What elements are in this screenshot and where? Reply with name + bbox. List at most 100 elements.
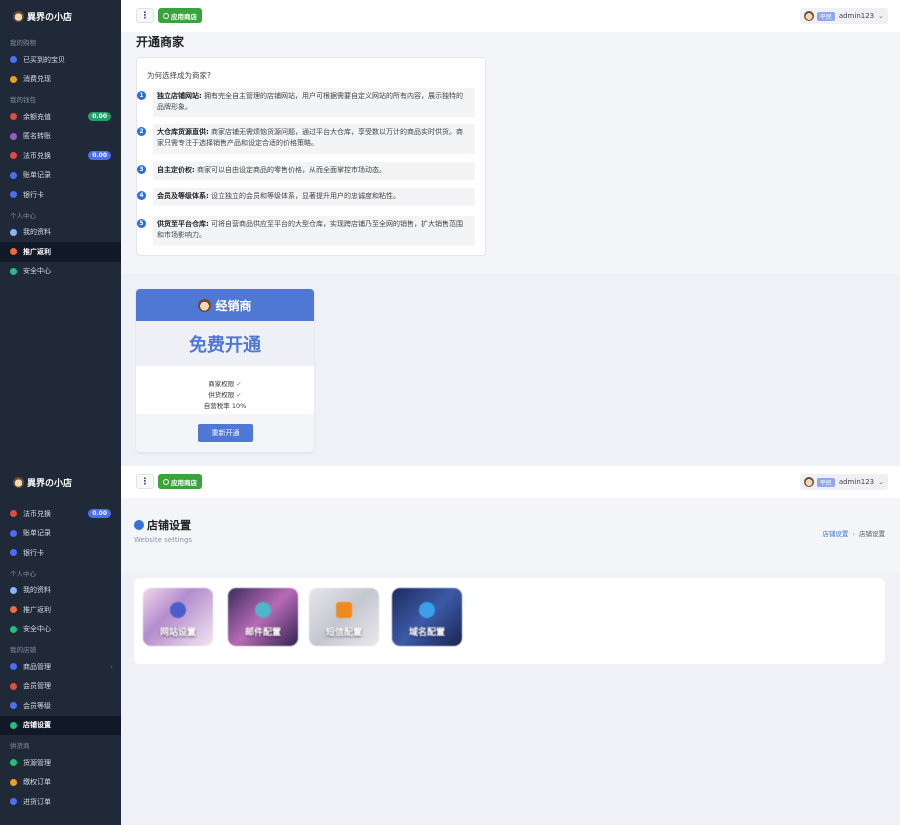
sidebar-item[interactable]: 推广返利 (0, 600, 121, 620)
bill-icon (10, 529, 17, 537)
sidebar-item[interactable]: 货源管理 (0, 753, 121, 773)
username: admin123 (838, 478, 875, 486)
menu-toggle-button[interactable]: ⋮ (136, 474, 154, 489)
tile-mail-config[interactable]: 邮件配置 (228, 588, 298, 646)
balance-badge: 0.00 (88, 112, 111, 122)
circle-outline-icon (10, 56, 17, 64)
tile-website-settings[interactable]: 网站设置 (143, 588, 213, 646)
reactivate-button[interactable]: 重新开通 (198, 424, 253, 442)
chevron-left-icon: ‹ (110, 662, 113, 671)
page-title: 店铺设置 (134, 517, 191, 533)
sidebar-item-label: 我的资料 (23, 586, 51, 595)
card-icon (10, 191, 17, 199)
sidebar: 異界の小店 法币兑换 0.00 账单记录 银行卡 个人中心 我的资料 推广返利 安全中心 我的店… (0, 466, 121, 825)
dealer-avatar-icon (198, 298, 212, 312)
check-icon: ✓ (236, 380, 242, 388)
sidebar-item[interactable]: 账单记录 (0, 524, 121, 544)
reason-title: 会员及等级体系: (157, 192, 209, 200)
sidebar-item[interactable]: 余额充值 0.00 (0, 107, 121, 127)
sidebar-item-label: 银行卡 (23, 190, 44, 199)
breadcrumb: 店铺设置 › 店铺设置 (822, 528, 885, 538)
exchange-icon (10, 152, 17, 160)
app-store-button[interactable]: 应用商店 (158, 8, 202, 23)
reason-title: 大仓库货源直供: (157, 128, 209, 136)
members-icon (10, 682, 17, 690)
sidebar-item[interactable]: 会员等级 (0, 696, 121, 716)
sidebar-section-title: 个人中心 (10, 211, 36, 220)
brand-logo[interactable]: 異界の小店 (0, 0, 121, 32)
sidebar-item-label: 店铺设置 (23, 721, 51, 730)
sidebar-item-label: 安全中心 (23, 267, 51, 276)
brand-name: 異界の小店 (27, 478, 73, 489)
dealer-plan-card: 经销商 免费开通 商家权限 ✓ 供货权限 ✓ 自营税率 10% 重新开通 (136, 289, 314, 452)
dealer-name: 经销商 (215, 298, 252, 313)
user-menu[interactable]: 平民 admin123 ⌄ (799, 474, 888, 490)
user-role-badge: 平民 (816, 11, 835, 21)
settings-icon (10, 721, 17, 729)
sidebar-item[interactable]: 已买到的宝贝 (0, 50, 121, 70)
reason-title: 供货至平台仓库: (157, 220, 209, 228)
domain-icon (419, 602, 435, 618)
sidebar-item[interactable]: 法币兑换 0.00 (0, 504, 121, 524)
sidebar-item[interactable]: 账单记录 (0, 166, 121, 186)
sidebar-item[interactable]: 法币兑换 0.00 (0, 146, 121, 166)
sidebar-item[interactable]: 缴权订单 (0, 773, 121, 793)
app-store-button[interactable]: 应用商店 (158, 474, 202, 489)
tile-domain-config[interactable]: 域名配置 (392, 588, 462, 646)
sidebar-item[interactable]: 银行卡 (0, 543, 121, 563)
app-store-icon (163, 12, 169, 19)
reason-title: 独立店铺网站: (157, 92, 202, 100)
feature-tax: 自营税率 10% (203, 402, 247, 410)
feature-merchant: 商家权限 ✓ (208, 380, 242, 388)
check-icon: ✓ (236, 391, 242, 399)
sidebar-item[interactable]: 匿名转账 (0, 127, 121, 147)
purchase-icon (10, 798, 17, 806)
store-settings-icon (134, 520, 144, 530)
reason-text: 设立独立的会员和等级体系，显著提升用户的忠诚度和粘性。 (211, 192, 401, 200)
step-number: 2 (137, 127, 146, 136)
user-role-badge: 平民 (816, 477, 835, 487)
sidebar-item[interactable]: 推广返利 (0, 242, 121, 262)
reason-text: 商家可以自由设定商品的零售价格，从而全面掌控市场动态。 (197, 166, 387, 174)
breadcrumb-link[interactable]: 店铺设置 (822, 530, 848, 538)
app-store-label: 应用商店 (171, 12, 197, 21)
sidebar-item[interactable]: 消费兑现 (0, 70, 121, 90)
tile-sms-config[interactable]: 短信配置 (309, 588, 379, 646)
sidebar-item[interactable]: 商品管理 ‹ (0, 657, 121, 677)
sidebar: 異界の小店 我的购物 已买到的宝贝 消费兑现 我的钱包 余额充值 0.00 匿名转账 法币兑换… (0, 0, 121, 466)
sidebar-item[interactable]: 安全中心 (0, 262, 121, 282)
why-merchant-card: 为何选择成为商家? 1 独立店铺网站: 拥有完全自主管理的店铺网站，用户可根据需要… (136, 57, 486, 256)
step-number: 1 (137, 91, 146, 100)
sidebar-item-label: 已买到的宝贝 (23, 55, 65, 64)
brand-avatar-icon (13, 10, 24, 22)
balance-badge: 0.00 (88, 509, 111, 519)
sidebar-section-title: 供货商 (10, 742, 30, 750)
sidebar-item[interactable]: 我的资料 (0, 223, 121, 243)
sidebar-item[interactable]: 会员管理 (0, 677, 121, 697)
sidebar-item[interactable]: 进货订单 (0, 792, 121, 812)
reason-item: 1 独立店铺网站: 拥有完全自主管理的店铺网站，用户可根据需要自定义网站的所有内容… (137, 88, 475, 117)
sidebar-item[interactable]: 我的资料 (0, 581, 121, 601)
breadcrumb-current: 店铺设置 (859, 530, 885, 538)
sidebar-item[interactable]: 安全中心 (0, 620, 121, 640)
sidebar-item[interactable]: 银行卡 (0, 185, 121, 205)
menu-toggle-button[interactable]: ⋮ (136, 8, 154, 23)
brand-logo[interactable]: 異界の小店 (0, 466, 121, 498)
step-number: 3 (137, 165, 146, 174)
sidebar-item-label: 银行卡 (23, 548, 44, 557)
send-icon (10, 606, 17, 614)
user-icon (10, 586, 17, 594)
dealer-price: 免费开通 (136, 321, 314, 366)
why-title: 为何选择成为商家? (147, 71, 211, 80)
sidebar-item[interactable]: 店铺设置 (0, 715, 121, 735)
dealer-header: 经销商 (136, 289, 314, 321)
dealer-features: 商家权限 ✓ 供货权限 ✓ 自营税率 10% (136, 366, 314, 414)
sidebar-section-title: 我的购物 (10, 39, 36, 47)
sidebar-section-title: 个人中心 (10, 569, 36, 578)
sidebar-item-label: 进货订单 (23, 797, 51, 806)
sidebar-item-label: 法币兑换 (23, 509, 51, 518)
wallet-icon (10, 113, 17, 121)
user-icon (10, 228, 17, 236)
user-menu[interactable]: 平民 admin123 ⌄ (799, 8, 888, 24)
reason-item: 4 会员及等级体系: 设立独立的会员和等级体系，显著提升用户的忠诚度和粘性。 (137, 188, 475, 206)
